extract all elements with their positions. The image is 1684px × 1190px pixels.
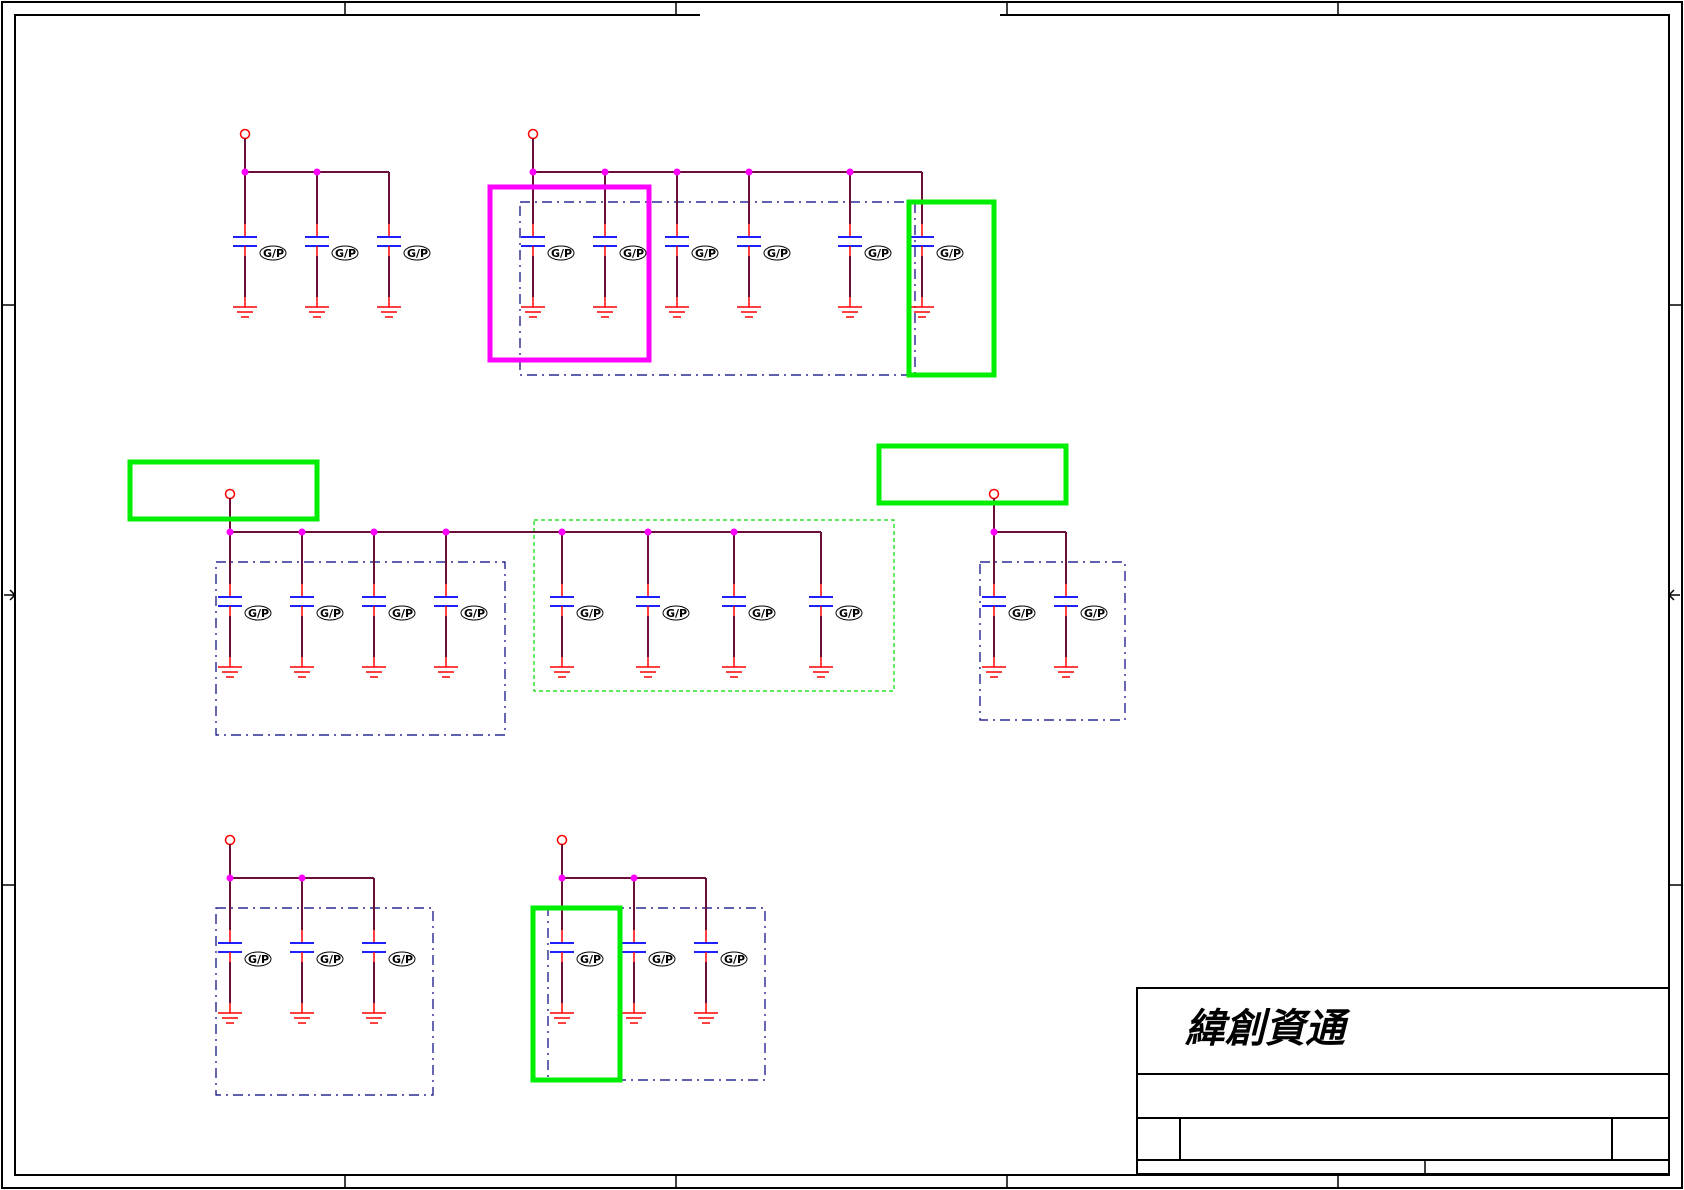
gp-label-1-1: G/P	[623, 247, 644, 260]
gp-label-2-7: G/P	[839, 607, 860, 620]
group-outline-5-0	[547, 907, 766, 1081]
group-outline-1-0	[519, 201, 916, 376]
gp-label-2-6: G/P	[752, 607, 773, 620]
power-port-icon-5	[556, 834, 568, 846]
power-port-icon-4	[224, 834, 236, 846]
circuit-grp-b: G/P G/P G/P G/P G/P G/P	[519, 128, 964, 376]
junction-dot-2-3	[442, 528, 450, 536]
center-mark-right-icon	[1667, 589, 1680, 601]
circuit-grp-c: G/P G/P G/P G/P G/P G/P G/P G/P	[215, 488, 895, 736]
gp-label-0-2: G/P	[407, 247, 428, 260]
junction-dot-5-0	[558, 874, 566, 882]
circuit-grp-f: G/P G/P G/P	[547, 834, 766, 1081]
power-port-icon-2	[224, 488, 236, 500]
junction-dot-1-2	[673, 168, 681, 176]
circuit-grp-a: G/P G/P G/P	[233, 128, 431, 318]
junction-dot-2-2	[370, 528, 378, 536]
gp-label-3-1: G/P	[1084, 607, 1105, 620]
drawing-frame	[1, 1, 1683, 1189]
gp-label-2-0: G/P	[248, 607, 269, 620]
highlight-green-box-2	[127, 459, 320, 522]
gp-label-5-1: G/P	[652, 953, 673, 966]
power-port-icon-0	[239, 128, 251, 140]
junction-dot-1-1	[601, 168, 609, 176]
gp-label-2-5: G/P	[666, 607, 687, 620]
power-port-icon-1	[527, 128, 539, 140]
outer-border	[1, 1, 1683, 1189]
circuit-grp-e: G/P G/P G/P	[215, 834, 434, 1096]
inner-border	[14, 14, 1670, 1176]
gp-label-1-2: G/P	[695, 247, 716, 260]
highlight-magenta-box	[487, 184, 652, 363]
junction-dot-4-1	[298, 874, 306, 882]
group-outline-2-0	[215, 561, 506, 736]
junction-dot-0-1	[313, 168, 321, 176]
gp-label-4-1: G/P	[320, 953, 341, 966]
group-outline-4-0	[215, 907, 434, 1096]
junction-dot-4-0	[226, 874, 234, 882]
gp-label-1-0: G/P	[551, 247, 572, 260]
decoupling-capacitor-circuits: G/P G/P G/P G/P G/P G/P G/P G/P G/PG/P G/P G/P G/P G…	[215, 128, 1126, 1096]
group-outline-3-0	[979, 561, 1126, 721]
gp-label-1-4: G/P	[868, 247, 889, 260]
highlight-green-box-3	[876, 443, 1069, 506]
junction-dot-1-0	[529, 168, 537, 176]
junction-dot-0-0	[241, 168, 249, 176]
gp-label-4-0: G/P	[248, 953, 269, 966]
circuit-grp-d: G/P G/P	[979, 488, 1126, 721]
junction-dot-1-3	[745, 168, 753, 176]
title-block: 緯創資通	[1136, 987, 1670, 1175]
gp-label-1-3: G/P	[767, 247, 788, 260]
junction-dot-2-4	[558, 528, 566, 536]
junction-dot-1-4	[846, 168, 854, 176]
junction-dot-2-5	[644, 528, 652, 536]
gp-label-2-4: G/P	[580, 607, 601, 620]
gp-label-2-3: G/P	[464, 607, 485, 620]
gp-label-3-0: G/P	[1012, 607, 1033, 620]
junction-dot-2-0	[226, 528, 234, 536]
group-outline-2-1	[533, 519, 895, 692]
junction-dot-2-1	[298, 528, 306, 536]
gp-label-0-0: G/P	[263, 247, 284, 260]
highlight-green-box-4	[530, 905, 623, 1083]
gp-label-4-2: G/P	[392, 953, 413, 966]
power-port-icon-3	[988, 488, 1000, 500]
junction-dot-2-6	[730, 528, 738, 536]
gp-label-0-1: G/P	[335, 247, 356, 260]
junction-dot-3-0	[990, 528, 998, 536]
gp-label-2-2: G/P	[392, 607, 413, 620]
title-smudge	[700, 8, 1000, 18]
review-highlights	[127, 184, 1069, 1083]
gp-label-5-2: G/P	[724, 953, 745, 966]
schematic-sheet: G/P G/P G/P G/P G/P G/P G/P G/P G/PG/P G/P G/P G/P G…	[1, 1, 1683, 1189]
gp-label-5-0: G/P	[580, 953, 601, 966]
center-mark-left-icon	[4, 589, 17, 601]
company-name: 緯創資通	[1185, 1005, 1351, 1052]
gp-label-1-5: G/P	[940, 247, 961, 260]
junction-dot-5-1	[630, 874, 638, 882]
gp-label-2-1: G/P	[320, 607, 341, 620]
